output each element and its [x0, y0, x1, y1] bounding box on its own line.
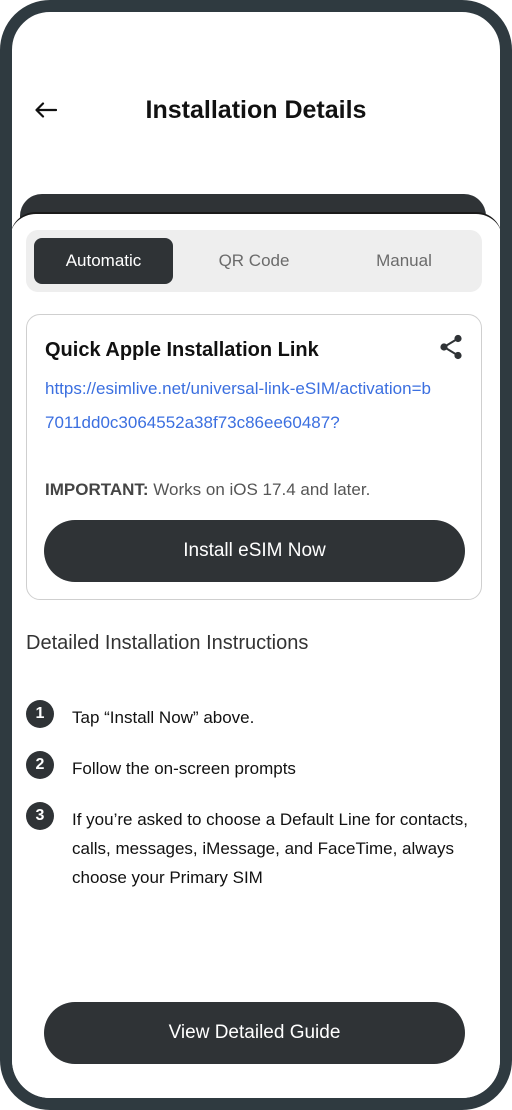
important-text: Works on iOS 17.4 and later.	[148, 480, 371, 499]
phone-frame: Installation Details Automatic QR Code M…	[0, 0, 512, 1110]
header: Installation Details	[12, 12, 500, 202]
important-label: IMPORTANT:	[45, 480, 149, 499]
card-title: Quick Apple Installation Link	[45, 339, 319, 361]
share-icon	[439, 334, 463, 365]
tab-qr-code[interactable]: QR Code	[184, 238, 324, 284]
page-title: Installation Details	[145, 96, 367, 124]
step-text: Tap “Install Now” above.	[72, 708, 255, 727]
install-esim-button[interactable]: Install eSIM Now	[44, 520, 465, 582]
step-number-badge: 2	[26, 751, 54, 779]
step-text: Follow the on-screen prompts	[72, 759, 296, 778]
install-method-tabs: Automatic QR Code Manual	[26, 230, 482, 292]
step-number-badge: 3	[26, 802, 54, 830]
quick-install-card: Quick Apple Installation Link https://es…	[26, 314, 482, 600]
step-number-badge: 1	[26, 700, 54, 728]
step-text: If you’re asked to choose a Default Line…	[72, 810, 468, 887]
instructions-title: Detailed Installation Instructions	[26, 632, 309, 654]
tab-manual[interactable]: Manual	[334, 238, 474, 284]
share-button[interactable]	[435, 333, 467, 365]
important-note: IMPORTANT: Works on iOS 17.4 and later.	[45, 480, 370, 500]
installation-sheet: Automatic QR Code Manual Quick Apple Ins…	[12, 212, 500, 1098]
tab-automatic[interactable]: Automatic	[34, 238, 173, 284]
view-detailed-guide-button[interactable]: View Detailed Guide	[44, 1002, 465, 1064]
install-link[interactable]: https://esimlive.net/universal-link-eSIM…	[45, 372, 435, 440]
